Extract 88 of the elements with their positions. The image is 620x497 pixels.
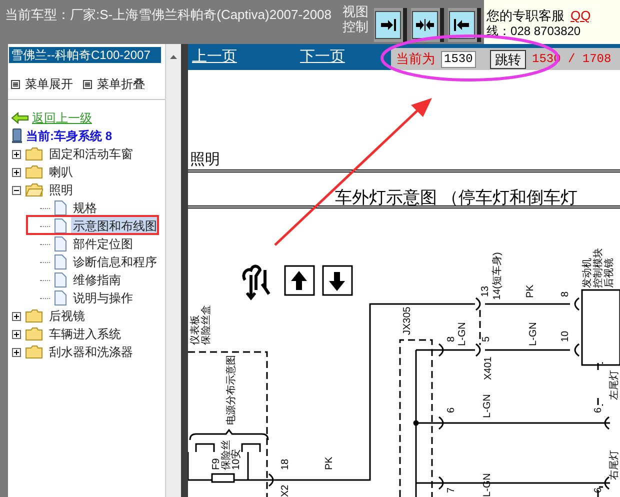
- jump-button[interactable]: 跳转: [490, 50, 526, 68]
- current-page-label: 当前为: [396, 50, 435, 68]
- arrow-left-icon: [453, 18, 472, 32]
- scrollbar[interactable]: [165, 44, 181, 497]
- next-page-link[interactable]: 下一页: [300, 46, 345, 68]
- diagram-label: 右尾灯: [609, 450, 620, 480]
- diagram-label: JX305: [402, 306, 413, 335]
- diagram-label: 电源分布示意图: [226, 355, 237, 425]
- menu-button[interactable]: 菜单展开: [11, 75, 73, 93]
- tree-item[interactable]: 说明与操作: [71, 289, 135, 307]
- expand-box-icon[interactable]: [12, 348, 21, 356]
- expand-box-icon[interactable]: [12, 312, 21, 320]
- diagram-label: L-GN: [457, 322, 468, 346]
- view-control-label: 视图: [342, 4, 369, 19]
- page-icon: [54, 200, 67, 216]
- diagram-label: F9: [211, 458, 222, 470]
- view-toggle-button[interactable]: [448, 8, 481, 42]
- tree-item[interactable]: 照明: [47, 181, 75, 199]
- diagram-label: 8: [446, 336, 457, 342]
- tree-item[interactable]: 喇叭: [47, 163, 75, 181]
- view-toggle-button[interactable]: [374, 8, 407, 42]
- expand-box-icon[interactable]: [12, 150, 21, 158]
- page-icon: [54, 218, 67, 234]
- folder-icon: [25, 345, 43, 359]
- expand-box-icon[interactable]: [12, 168, 21, 176]
- model-header[interactable]: 雪佛兰--科帕奇C100-2007: [9, 47, 161, 63]
- page-icon: [54, 254, 67, 270]
- current-system-label: 当前:车身系统 8: [26, 128, 112, 145]
- menu-icon: [11, 80, 20, 88]
- diagram-label: 控制模块: [593, 248, 604, 288]
- diagram-label: 13: [480, 286, 491, 297]
- diagram-label: 10: [560, 330, 571, 342]
- page-icon: [54, 290, 67, 306]
- tool-arrows-icon: [242, 264, 270, 300]
- folder-icon: [25, 147, 43, 161]
- tree-item[interactable]: 固定和活动车窗: [47, 145, 135, 163]
- diagram-label: 10安: [231, 448, 242, 470]
- page-input[interactable]: 1530: [441, 50, 476, 68]
- diagram-label: 左尾灯: [609, 370, 620, 400]
- collapse-box-icon[interactable]: [12, 186, 21, 194]
- back-arrow-icon: [11, 112, 29, 124]
- page-icon: [54, 236, 67, 252]
- diagram-label: 6: [593, 407, 604, 413]
- prev-page-link[interactable]: 上一页: [192, 46, 237, 68]
- tree-item[interactable]: 后视镜: [47, 307, 87, 325]
- computer-icon: [11, 128, 23, 144]
- tree-item[interactable]: 部件定位图: [71, 235, 135, 253]
- diagram-label: X2: [280, 484, 291, 497]
- diagram-label: 保险丝: [221, 440, 232, 470]
- diagram-label: 保险丝盒: [201, 305, 212, 345]
- page-icon: [54, 272, 67, 288]
- folder-icon: [25, 165, 43, 179]
- diagram-label: 14(短车身): [492, 252, 503, 300]
- diagram-label: 6: [446, 407, 457, 413]
- menu-icon: [83, 80, 92, 88]
- diagram-label: X401: [483, 356, 494, 380]
- diagram-label: 后视镜: [604, 258, 615, 288]
- arrows-inward-icon: [416, 18, 434, 32]
- tree-item[interactable]: 规格: [71, 199, 99, 217]
- folder-icon: [25, 309, 43, 323]
- diagram-label: 5: [481, 336, 492, 342]
- window-title: 当前车型：厂家:S-上海雪佛兰科帕奇(Captiva)2007-2008: [5, 6, 332, 23]
- arrow-right-icon: [379, 18, 398, 32]
- qq-link[interactable]: QQ: [570, 8, 591, 24]
- diagram-label: 仪表板: [190, 315, 201, 345]
- tree-item[interactable]: 诊断信息和程序: [71, 253, 159, 271]
- diagram-label: PK: [324, 456, 335, 470]
- view-control-label: 控制: [342, 19, 369, 34]
- phone-text: 线：028 8703820: [486, 24, 582, 38]
- support-text: 您的专职客服: [486, 8, 565, 24]
- diagram-label: PK: [525, 284, 536, 298]
- menu-button[interactable]: 菜单折叠: [83, 75, 145, 93]
- expand-box-icon[interactable]: [12, 330, 21, 338]
- view-toggle-button[interactable]: [410, 8, 444, 42]
- diagram-label: 7: [446, 487, 457, 493]
- diagram-label: L-GN: [528, 322, 539, 346]
- diagram-title: 车外灯示意图 （停车灯和倒车灯: [335, 188, 578, 207]
- back-link[interactable]: 返回上一级: [32, 109, 92, 127]
- diagram-label: 8: [560, 291, 571, 297]
- section-heading: 照明: [190, 151, 220, 168]
- tree-item[interactable]: 车辆进入系统: [47, 325, 123, 343]
- diagram-label: L-GN: [482, 394, 493, 418]
- open-folder-icon: [25, 183, 43, 197]
- diagram-label: 发动机: [582, 258, 593, 288]
- tree-item[interactable]: 刮水器和洗涤器: [47, 343, 135, 361]
- tree-item[interactable]: 维修指南: [71, 271, 123, 289]
- folder-icon: [25, 327, 43, 341]
- diagram-label: 18: [280, 458, 291, 470]
